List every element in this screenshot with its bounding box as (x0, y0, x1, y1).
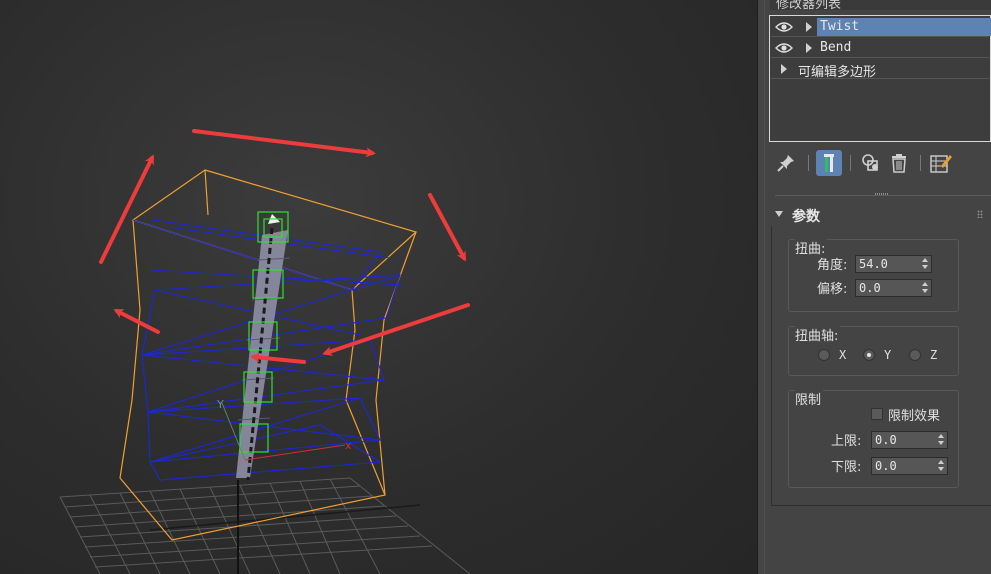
spinner-arrows-icon[interactable] (938, 434, 944, 446)
group-title: 限制 (795, 389, 824, 408)
modifier-stack[interactable]: Twist Bend 可编辑多边形 (769, 15, 991, 142)
axis-y-label: Y (884, 348, 892, 362)
bias-spinner[interactable]: 0.0 (855, 279, 932, 297)
bias-value[interactable]: 0.0 (859, 281, 881, 295)
angle-value[interactable]: 54.0 (859, 257, 888, 271)
annotation-arrow (99, 154, 154, 264)
stack-item-label: 可编辑多边形 (798, 65, 877, 80)
axis-z-radio[interactable] (909, 349, 921, 361)
axis-y-radio[interactable] (863, 349, 875, 361)
limit-effect-checkbox[interactable] (871, 408, 883, 420)
home-grid (59, 477, 471, 574)
show-end-result-button[interactable] (816, 150, 842, 176)
axis-label-x: x (345, 439, 352, 452)
axis-z-label: Z (930, 348, 938, 362)
modify-panel: 修改器列表 Twist Bend 可编辑多边形 参数 扭曲: 角度: 54.0 … (765, 0, 991, 574)
modifier-list-dropdown[interactable]: 修改器列表 (770, 0, 991, 10)
toolbar-separator (920, 155, 921, 171)
viewport-scene: x Y (59, 129, 471, 574)
toolbar-separator (808, 155, 809, 171)
axis-x-radio[interactable] (818, 349, 830, 361)
make-unique-button[interactable] (858, 150, 884, 176)
parameters-rollout-header[interactable]: 参数 (773, 206, 985, 225)
drag-handle-icon[interactable] (977, 210, 983, 218)
collapse-arrow-icon (775, 211, 783, 217)
panel-splitter[interactable] (757, 0, 765, 574)
annotation-arrow (428, 193, 466, 262)
eye-icon[interactable] (775, 21, 793, 33)
axis-x-label: X (839, 348, 847, 362)
stack-item-label: Bend (820, 40, 852, 55)
stack-item-label: Twist (817, 18, 991, 36)
spinner-arrows-icon[interactable] (938, 460, 944, 472)
twist-axis-group: 扭曲轴: X Y Z (788, 325, 959, 376)
configure-sets-button[interactable] (928, 150, 954, 176)
lower-limit-label: 下限: (831, 460, 862, 475)
expand-arrow-icon[interactable] (806, 43, 812, 53)
rollout-title: 参数 (792, 209, 820, 225)
viewport-perspective[interactable]: x Y (0, 0, 757, 574)
local-axis-tripod: x Y (216, 398, 352, 461)
show-end-result-icon (824, 154, 834, 172)
twist-group: 扭曲: 角度: 54.0 偏移: 0.0 (788, 238, 959, 312)
stack-item-twist[interactable]: Twist (771, 17, 991, 37)
spinner-arrows-icon[interactable] (922, 282, 928, 294)
pin-stack-icon (777, 155, 794, 172)
stack-item-editable-poly[interactable]: 可编辑多边形 (771, 59, 989, 80)
twisted-column (236, 214, 291, 481)
upper-limit-label: 上限: (831, 434, 862, 449)
stack-item-bend[interactable]: Bend (771, 38, 989, 58)
stack-toolbar (770, 148, 991, 180)
upper-limit-value[interactable]: 0.0 (875, 433, 897, 447)
eye-icon[interactable] (775, 42, 793, 54)
remove-modifier-icon (892, 154, 906, 173)
modifier-list-label: 修改器列表 (776, 0, 842, 10)
pin-stack-button[interactable] (773, 150, 799, 176)
lower-limit-spinner[interactable]: 0.0 (871, 457, 948, 475)
expand-arrow-icon[interactable] (806, 22, 812, 32)
limit-effect-label: 限制效果 (888, 409, 941, 424)
remove-modifier-button[interactable] (886, 150, 912, 176)
limits-group: 限制 限制效果 上限: 0.0 下限: 0.0 (788, 389, 959, 488)
spinner-arrows-icon[interactable] (922, 258, 928, 270)
angle-label: 角度: (817, 258, 848, 273)
make-unique-icon (862, 154, 878, 171)
panel-divider (775, 195, 991, 196)
upper-limit-spinner[interactable]: 0.0 (871, 431, 948, 449)
configure-sets-icon (930, 155, 952, 173)
lower-limit-value[interactable]: 0.0 (875, 459, 897, 473)
bias-label: 偏移: (817, 282, 848, 297)
group-title: 扭曲轴: (795, 325, 841, 344)
axis-label-y: Y (216, 398, 224, 411)
toolbar-separator (850, 155, 851, 171)
expand-arrow-icon[interactable] (781, 64, 787, 74)
angle-spinner[interactable]: 54.0 (855, 255, 932, 273)
annotation-arrow (192, 129, 376, 158)
annotation-arrow (113, 309, 160, 334)
annotation-arrow (322, 303, 470, 356)
